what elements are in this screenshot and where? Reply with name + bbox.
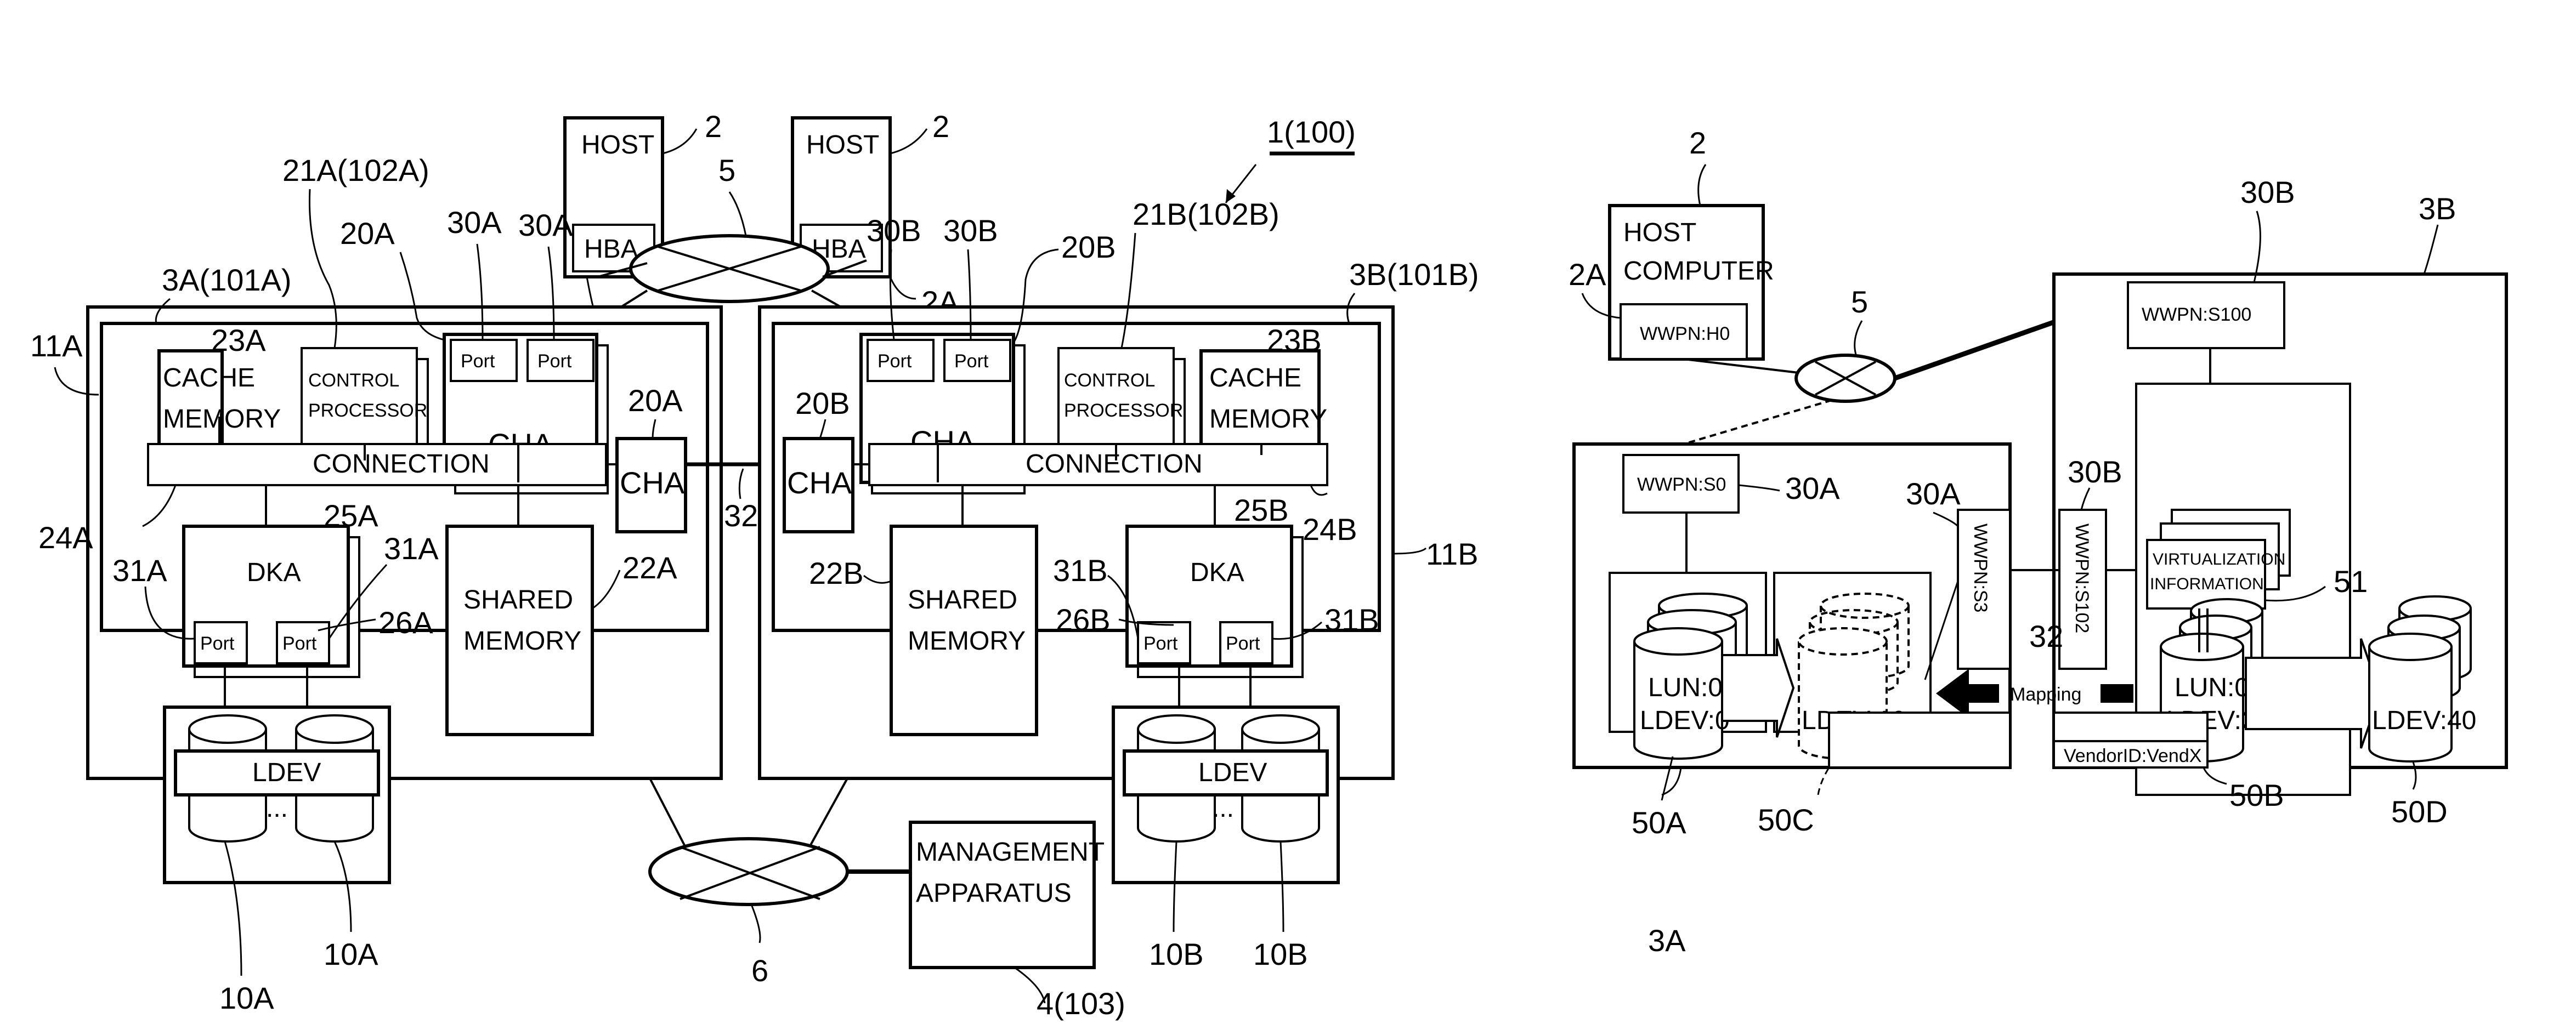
- vendor-id-overlay: [1828, 712, 2011, 769]
